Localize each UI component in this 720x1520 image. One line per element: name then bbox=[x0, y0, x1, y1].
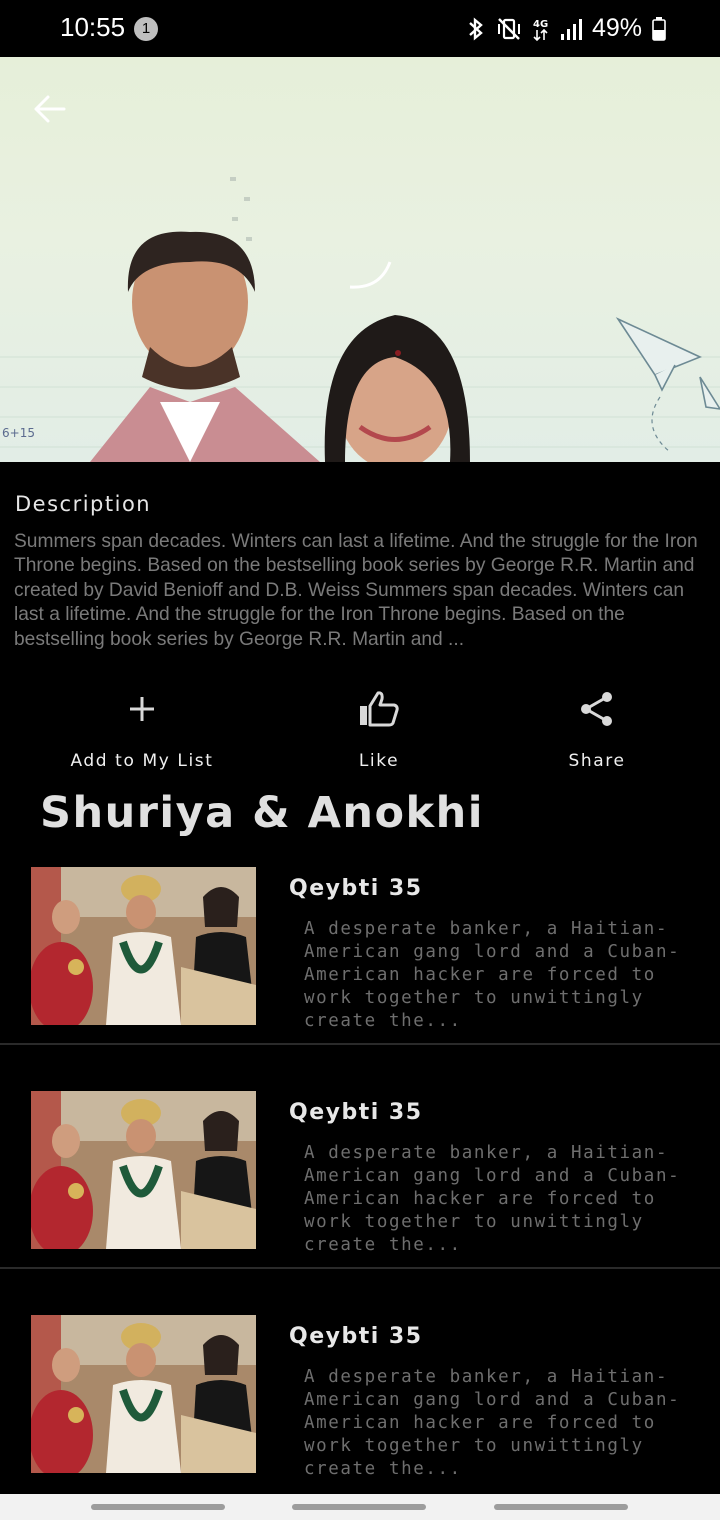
share-icon bbox=[581, 692, 612, 726]
back-arrow-icon[interactable] bbox=[30, 89, 70, 129]
hero-artwork: 6+15 bbox=[0, 177, 720, 462]
like-button[interactable]: Like bbox=[269, 685, 489, 771]
share-button[interactable]: Share bbox=[487, 685, 707, 771]
description-text: Summers span decades. Winters can last a… bbox=[14, 531, 698, 650]
show-title: Shuriya & Anokhi bbox=[40, 788, 485, 838]
episode-thumbnail[interactable] bbox=[31, 867, 256, 1025]
episode-title: Qeybti 35 bbox=[289, 876, 423, 901]
divider bbox=[0, 1267, 720, 1269]
thumbs-up-icon bbox=[360, 691, 399, 727]
svg-text:6+15: 6+15 bbox=[2, 426, 35, 440]
episode-description: A desperate banker, a Haitian-American g… bbox=[304, 919, 681, 1031]
episode-thumbnail[interactable] bbox=[31, 1315, 256, 1473]
4g-icon: 4G bbox=[533, 19, 548, 41]
episode-description: A desperate banker, a Haitian-American g… bbox=[304, 1143, 681, 1255]
signal-icon bbox=[560, 18, 582, 40]
status-icons: 4G 49% bbox=[466, 14, 666, 43]
vibrate-off-icon bbox=[497, 17, 520, 40]
hero-banner-image: 6+15 bbox=[0, 57, 720, 462]
system-navigation-bar bbox=[0, 1494, 720, 1520]
share-label: Share bbox=[568, 751, 626, 771]
description-heading: Description bbox=[15, 492, 152, 516]
episode-title: Qeybti 35 bbox=[289, 1100, 423, 1125]
divider bbox=[0, 1043, 720, 1045]
battery-percent: 49% bbox=[591, 14, 642, 42]
add-to-my-list-label: Add to My List bbox=[70, 751, 214, 771]
plus-icon bbox=[130, 697, 154, 721]
loading-spinner-icon bbox=[349, 261, 392, 289]
status-bar: 10:55 1 4G 49% bbox=[0, 0, 720, 57]
svg-text:4G: 4G bbox=[533, 19, 548, 30]
episode-item[interactable]: Qeybti 35 A desperate banker, a Haitian-… bbox=[0, 1292, 720, 1516]
episode-item[interactable]: Qeybti 35 A desperate banker, a Haitian-… bbox=[0, 1068, 720, 1292]
episode-item[interactable]: Qeybti 35 A desperate banker, a Haitian-… bbox=[0, 844, 720, 1068]
bluetooth-icon bbox=[469, 16, 483, 41]
like-label: Like bbox=[358, 751, 400, 771]
add-to-my-list-button[interactable]: Add to My List bbox=[32, 685, 252, 771]
battery-icon bbox=[652, 16, 666, 41]
episode-description: A desperate banker, a Haitian-American g… bbox=[304, 1367, 681, 1479]
episode-thumbnail[interactable] bbox=[31, 1091, 256, 1249]
nav-handle[interactable] bbox=[494, 1504, 628, 1510]
notification-count-badge: 1 bbox=[134, 17, 158, 41]
nav-handle[interactable] bbox=[91, 1504, 225, 1510]
nav-handle[interactable] bbox=[292, 1504, 426, 1510]
status-time: 10:55 bbox=[60, 12, 126, 42]
episode-title: Qeybti 35 bbox=[289, 1324, 423, 1349]
